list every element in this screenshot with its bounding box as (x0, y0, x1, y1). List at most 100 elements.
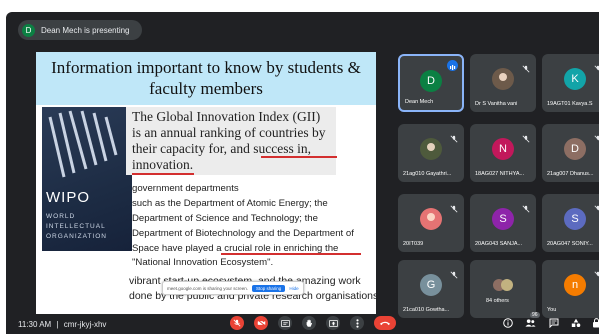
gii-line-1: The Global Innovation Index (GII) (132, 109, 321, 124)
presenting-label: Dean Mech is presenting (41, 25, 130, 35)
mic-muted-icon (450, 200, 458, 213)
camera-off-icon (256, 319, 266, 327)
participant-tile[interactable]: D 21ag007 Dhanus... (542, 124, 599, 182)
chat-icon (549, 318, 559, 328)
participant-tile[interactable]: D Dean Mech (398, 54, 464, 112)
slide-header: Information important to know by student… (36, 52, 376, 105)
raise-hand-button[interactable] (302, 316, 316, 330)
leave-call-button[interactable] (374, 316, 396, 330)
underline-success (261, 156, 337, 158)
hide-toolbar-link[interactable]: Hide (289, 286, 298, 291)
participant-tile[interactable]: n You (542, 260, 599, 318)
body-line-4: Department of Biotechnology and the Depa… (132, 228, 354, 239)
phone-hangup-icon (379, 321, 391, 326)
control-bar: 11:30 AM | cmr-jkyj-xhv 96 (6, 312, 599, 334)
mic-muted-icon (522, 200, 530, 213)
wipo-line-1: WORLD (46, 213, 76, 220)
meeting-frame: D Dean Mech is presenting Information im… (6, 12, 599, 334)
info-icon (503, 318, 513, 328)
more-vert-icon (355, 318, 359, 328)
participant-tile[interactable]: G 21ca010 Gowtha... (398, 260, 464, 318)
mic-muted-icon (522, 60, 530, 73)
shapes-icon (571, 318, 581, 327)
participant-photo (492, 68, 514, 90)
people-button[interactable] (524, 317, 536, 329)
participant-name: 21ag007 Dhanus... (547, 171, 594, 177)
mic-muted-icon (594, 200, 599, 211)
participant-tile[interactable]: 84 others (470, 260, 536, 318)
mic-muted-icon (594, 60, 599, 71)
wipo-wordmark: WIPO (46, 189, 90, 206)
participant-avatar: S (492, 208, 514, 230)
present-screen-button[interactable] (326, 316, 340, 330)
participant-avatar: K (564, 68, 586, 90)
participant-name: 19AGT01 Kavya.S (547, 101, 593, 107)
chat-button[interactable] (548, 317, 560, 329)
body-line-3: Department of Science and Technology; th… (132, 213, 318, 224)
underline-innovation (132, 173, 194, 175)
wipo-line-3: ORGANIZATION (46, 233, 107, 240)
screen-share-toolbar: meet.google.com is sharing your screen. … (162, 281, 304, 295)
participant-photo (420, 208, 442, 230)
mic-muted-icon (522, 130, 530, 143)
participant-name: Dean Mech (405, 99, 434, 105)
participant-avatar: S (564, 208, 586, 230)
wipo-line-2: INTELLECTUAL (46, 223, 106, 230)
participant-tile[interactable]: S 20AG047 SONIY... (542, 194, 599, 252)
participant-tile[interactable]: 21ag010 Gayathri... (398, 124, 464, 182)
participant-avatar: D (564, 138, 586, 160)
meeting-details-button[interactable] (502, 317, 514, 329)
mic-muted-icon (450, 130, 458, 143)
mic-muted-icon (450, 266, 458, 279)
activities-button[interactable] (570, 317, 582, 329)
lock-person-icon (592, 318, 599, 328)
participant-tile[interactable]: N 18AG027 NITHYA... (470, 124, 536, 182)
participant-tile[interactable]: S 20AG043 SANJA... (470, 194, 536, 252)
presenting-indicator[interactable]: D Dean Mech is presenting (18, 20, 142, 40)
shared-screen[interactable]: Information important to know by student… (36, 52, 376, 314)
clock-time: 11:30 AM (18, 320, 52, 329)
mic-toggle-button[interactable] (230, 316, 244, 330)
body-line-6: "National Innovation Ecosystem". (132, 257, 274, 268)
body-line-1: government departments (132, 183, 239, 194)
slide-title-line-1: Information important to know by student… (51, 58, 361, 77)
participant-avatar: n (564, 274, 586, 296)
participant-name: Dr S Vanitha vani (475, 101, 518, 107)
participant-avatar: N (492, 138, 514, 160)
mic-off-icon (233, 319, 241, 327)
more-options-button[interactable] (350, 316, 364, 330)
others-avatars (492, 274, 514, 296)
time-separator: | (56, 320, 59, 329)
presenter-avatar: D (22, 23, 35, 37)
body-line-2: such as the Department of Atomic Energy;… (132, 198, 328, 209)
participant-avatar: D (420, 70, 442, 92)
captions-button[interactable] (278, 316, 292, 330)
meeting-time-code: 11:30 AM | cmr-jkyj-xhv (18, 320, 106, 329)
participant-tile[interactable]: K 19AGT01 Kavya.S (542, 54, 599, 112)
participant-tile[interactable]: 20IT039 (398, 194, 464, 252)
gii-line-4: innovation. (132, 157, 194, 172)
stop-sharing-button[interactable]: Stop sharing (252, 284, 286, 292)
mic-muted-icon (594, 266, 599, 277)
host-controls-button[interactable] (590, 317, 599, 329)
camera-toggle-button[interactable] (254, 316, 268, 330)
participant-name: 84 others (486, 298, 509, 304)
wipo-logo-image: WIPO WORLD INTELLECTUAL ORGANIZATION (42, 107, 132, 251)
closed-captions-icon (280, 319, 290, 327)
people-icon (524, 319, 536, 327)
slide-title-line-2: faculty members (149, 79, 263, 98)
meeting-code: cmr-jkyj-xhv (63, 320, 107, 329)
meet-window: D Dean Mech is presenting Information im… (0, 0, 599, 334)
share-toolbar-text: meet.google.com is sharing your screen. (167, 285, 249, 291)
gii-line-3: their capacity for, and success in, (132, 141, 312, 156)
participant-name: 21ag010 Gayathri... (403, 171, 452, 177)
wipo-emblem-icon (48, 110, 118, 178)
participant-name: 18AG027 NITHYA... (475, 171, 525, 177)
hand-icon (306, 319, 313, 327)
gii-line-2: is an annual ranking of countries by (132, 125, 326, 140)
participant-name: 20IT039 (403, 241, 424, 247)
participant-name: 20AG047 SONIY... (547, 241, 593, 247)
underline-crucial-role (221, 253, 361, 255)
participant-tile[interactable]: Dr S Vanitha vani (470, 54, 536, 112)
participant-count-badge: 96 (530, 312, 540, 318)
